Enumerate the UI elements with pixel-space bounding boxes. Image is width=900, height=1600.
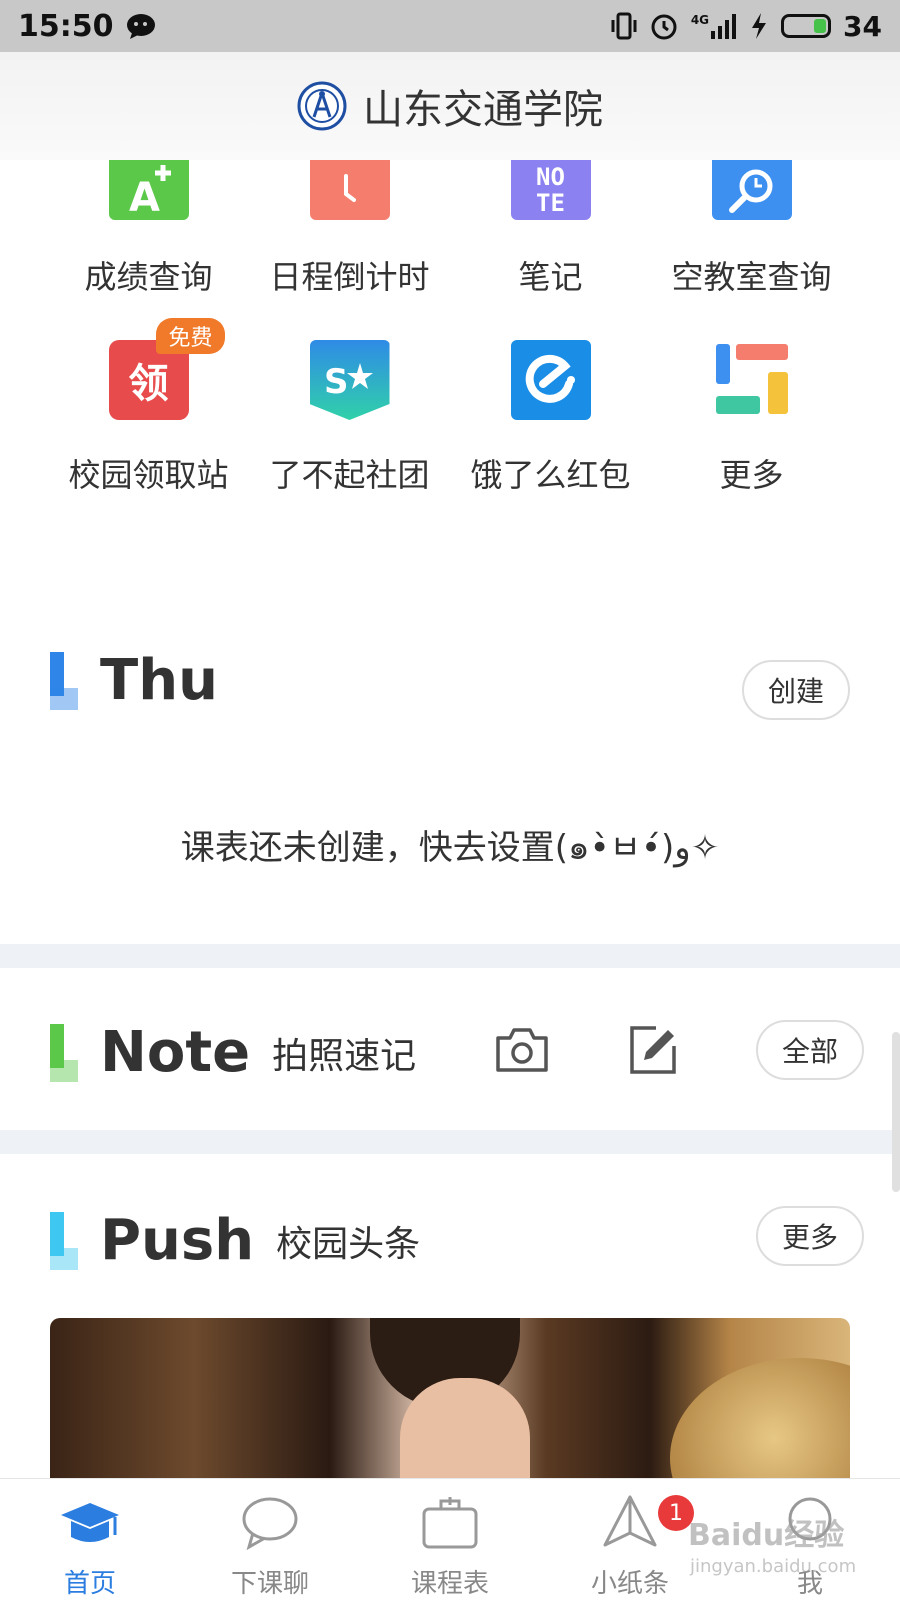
news-banner-image[interactable]	[50, 1318, 850, 1486]
paper-plane-icon	[603, 1495, 657, 1547]
status-bar: 15:50 4G 34	[0, 0, 900, 52]
grid-item-eleme-redpacket[interactable]: 饿了么红包	[450, 340, 651, 496]
section-divider	[0, 1130, 900, 1154]
clock-icon	[309, 160, 390, 220]
section-accent-bar	[50, 651, 78, 710]
classroom-search-icon	[711, 160, 792, 220]
school-logo-icon	[297, 81, 347, 131]
ling-icon-glyph: 领	[128, 361, 169, 407]
push-section-header: Push 校园头条	[50, 1208, 420, 1273]
battery-level: 34	[843, 9, 882, 43]
grade-a-plus-icon: A	[108, 160, 189, 220]
section-accent-bar	[50, 1023, 78, 1082]
nav-label: 课程表	[410, 1569, 489, 1599]
nav-timetable[interactable]: 课程表	[360, 1479, 540, 1600]
camera-button[interactable]	[492, 1020, 552, 1080]
grid-label: 更多	[719, 456, 784, 494]
write-note-button[interactable]	[622, 1020, 682, 1080]
nav-label: 下课聊	[230, 1569, 309, 1599]
grid-label: 了不起社团	[269, 456, 430, 494]
push-subtitle: 校园头条	[276, 1223, 421, 1265]
network-type: 4G	[690, 13, 710, 27]
grid-label: 成绩查询	[84, 258, 213, 296]
grid-label: 笔记	[518, 258, 583, 296]
club-icon-letter: S	[324, 362, 349, 402]
nav-label: 首页	[63, 1569, 116, 1599]
club-star-icon: S	[309, 340, 390, 420]
note-section-header: Note 拍照速记	[50, 1020, 416, 1085]
camera-icon	[496, 1028, 548, 1072]
section-accent-bar	[50, 1211, 78, 1270]
grid-item-amazing-club[interactable]: S 了不起社团	[249, 340, 450, 496]
nav-chat[interactable]: 下课聊	[180, 1479, 360, 1600]
briefcase-icon	[422, 1497, 478, 1549]
eleme-icon	[510, 340, 591, 420]
note-icon-text-top: NO	[536, 163, 565, 191]
more-grid-icon	[712, 340, 792, 420]
graduation-cap-icon	[61, 1503, 119, 1542]
grid-label: 日程倒计时	[269, 258, 430, 296]
watermark-logo: Baidu经验	[688, 1518, 845, 1553]
grid-label: 空教室查询	[671, 258, 832, 296]
status-indicators: 4G 34	[611, 10, 882, 43]
push-title: Push	[100, 1208, 255, 1273]
grid-label: 饿了么红包	[470, 456, 631, 494]
charging-icon	[752, 13, 767, 39]
more-news-button[interactable]: 更多	[756, 1206, 864, 1266]
signal-4g: 4G	[691, 13, 737, 39]
note-title: Note	[100, 1020, 251, 1085]
schedule-title: Thu	[100, 648, 218, 713]
section-divider	[0, 944, 900, 968]
grid-item-grade-query[interactable]: A 成绩查询	[48, 160, 249, 298]
note-icon: NO TE	[510, 160, 591, 220]
watermark-url: jingyan.baidu.com	[690, 1556, 857, 1577]
nav-home[interactable]: 首页	[0, 1479, 180, 1600]
feature-grid-row-1: A 成绩查询 日程倒计时 NO TE 笔记 空教室查询	[48, 160, 852, 298]
ling-icon: 领 免费	[108, 318, 225, 420]
status-time: 15:50	[18, 8, 114, 44]
schedule-section-header: Thu	[50, 648, 218, 713]
schedule-empty-message: 课表还未创建，快去设置(๑•̀ㅂ•́)و✧	[180, 828, 720, 868]
page-title: 山东交通学院	[363, 87, 603, 133]
note-icon-text-bottom: TE	[536, 189, 565, 217]
wechat-notification-icon	[126, 14, 155, 39]
all-notes-button[interactable]: 全部	[756, 1020, 864, 1080]
vibrate-icon	[611, 12, 637, 40]
alarm-icon	[651, 14, 677, 40]
grid-item-schedule-countdown[interactable]: 日程倒计时	[249, 160, 450, 298]
create-schedule-button[interactable]: 创建	[742, 660, 850, 720]
signal-bars-icon	[711, 14, 737, 39]
grid-item-empty-classroom[interactable]: 空教室查询	[651, 160, 852, 298]
edit-icon	[630, 1026, 676, 1074]
battery-icon	[781, 14, 832, 38]
nav-label: 小纸条	[590, 1569, 669, 1599]
grid-item-notes[interactable]: NO TE 笔记	[450, 160, 651, 298]
feature-grid-row-2: 领 免费 校园领取站 S 了不起社团 饿了么红包 更多	[48, 318, 852, 496]
face-shape	[400, 1378, 530, 1486]
grid-item-more[interactable]: 更多	[651, 340, 852, 496]
svg-text:A: A	[129, 175, 160, 215]
chat-bubble-icon	[242, 1497, 298, 1551]
grid-label: 校园领取站	[68, 456, 229, 494]
grid-item-campus-pickup[interactable]: 领 免费 校园领取站	[48, 318, 249, 496]
note-subtitle: 拍照速记	[272, 1035, 417, 1077]
app-header: 山东交通学院	[0, 52, 900, 160]
gong-shape	[670, 1358, 850, 1486]
scrollbar[interactable]	[892, 1032, 900, 1192]
free-badge: 免费	[156, 318, 225, 354]
